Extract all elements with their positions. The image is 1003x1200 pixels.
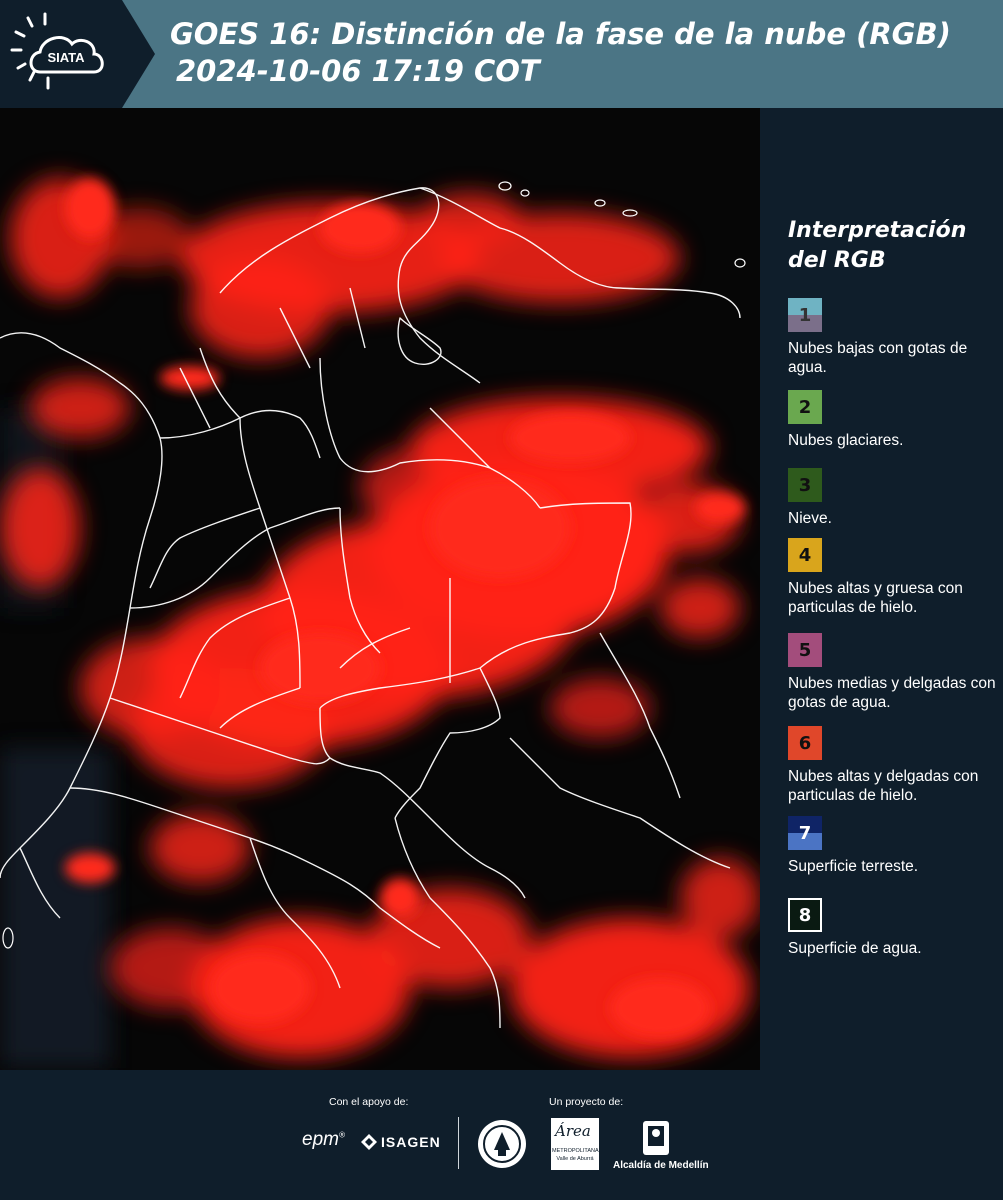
area-logo-text: Área [555,1122,591,1140]
page-title: GOES 16: Distinción de la fase de la nub… [170,16,951,90]
legend-swatch: 2 [788,390,822,424]
legend-label: Nubes altas y gruesa con particulas de h… [788,580,963,616]
support-label: Con el apoyo de: [329,1096,409,1108]
legend-swatch: 3 [788,468,822,502]
area-logo-sub2: Valle de Aburrá [556,1156,594,1162]
siata-logo[interactable]: SIATA [0,0,155,108]
legend-label: Nubes medias y delgadas con gotas de agu… [788,675,996,711]
seal-logo[interactable] [476,1118,528,1174]
legend-item: 3 Nieve. [788,468,998,528]
area-metropolitana-logo[interactable]: Área METROPOLITANA Valle de Aburrá [551,1118,599,1170]
legend-label: Nubes altas y delgadas con particulas de… [788,768,979,804]
legend-item: 5 Nubes medias y delgadas con gotas de ag… [788,633,998,712]
legend-swatch-number: 2 [798,396,812,418]
isagen-icon [361,1134,377,1150]
legend-title-line-1: Interpretación [788,218,967,243]
legend-swatch: 4 [788,538,822,572]
legend-label: Nubes bajas con gotas de agua. [788,340,968,376]
legend-label: Nieve. [788,510,832,527]
legend-label: Superficie terreste. [788,858,919,875]
legend-swatch-number: 7 [798,822,812,844]
legend-title: Interpretación del RGB [788,216,966,276]
footer-divider [458,1117,459,1169]
legend-swatch: 8 [788,898,822,932]
legend-swatch-number: 5 [798,639,812,661]
legend-item: 6 Nubes altas y delgadas con particulas d… [788,726,998,805]
isagen-logo[interactable]: ISAGEN [359,1132,440,1156]
legend-swatch-number: 6 [798,732,812,754]
epm-logo-text: epm [302,1129,339,1150]
project-label: Un proyecto de: [549,1096,624,1108]
legend-swatch: 5 [788,633,822,667]
title-line-1: GOES 16: Distinción de la fase de la nub… [170,17,951,51]
legend-swatch-number: 4 [798,544,812,566]
legend-label: Nubes glaciares. [788,432,904,449]
footer-bar: Con el apoyo de: Un proyecto de: epm® IS… [0,1070,1003,1200]
legend-label: Superficie de agua. [788,940,922,957]
epm-logo[interactable]: epm® [302,1129,345,1151]
satellite-map[interactable] [0,108,760,1070]
legend-swatch-number: 8 [798,904,812,926]
area-logo-sub1: METROPOLITANA [552,1148,599,1154]
legend-panel: Interpretación del RGB 1 Nubes bajas con … [760,108,1003,1070]
svg-text:SIATA: SIATA [47,50,85,65]
legend-swatch-number: 1 [798,304,812,326]
header-bar: SIATA GOES 16: Distinción de la fase de … [0,0,1003,108]
coat-of-arms-icon [643,1121,669,1155]
legend-swatch: 6 [788,726,822,760]
legend-item: 1 Nubes bajas con gotas de agua. [788,298,998,377]
title-line-2: 2024-10-06 17:19 COT [176,54,540,88]
legend-swatch-number: 3 [798,474,812,496]
legend-swatch: 1 [788,298,822,332]
isagen-logo-text: ISAGEN [381,1134,441,1150]
legend-item: 4 Nubes altas y gruesa con particulas de … [788,538,998,617]
legend-item: 8 Superficie de agua. [788,898,998,958]
alcaldia-logo[interactable] [641,1119,671,1161]
legend-swatch: 7 [788,816,822,850]
alcaldia-logo-text: Alcaldía de Medellín [613,1160,709,1171]
seal-icon [478,1120,526,1168]
legend-item: 7 Superficie terreste. [788,816,998,876]
legend-item: 2 Nubes glaciares. [788,390,998,450]
legend-title-line-2: del RGB [788,248,886,273]
